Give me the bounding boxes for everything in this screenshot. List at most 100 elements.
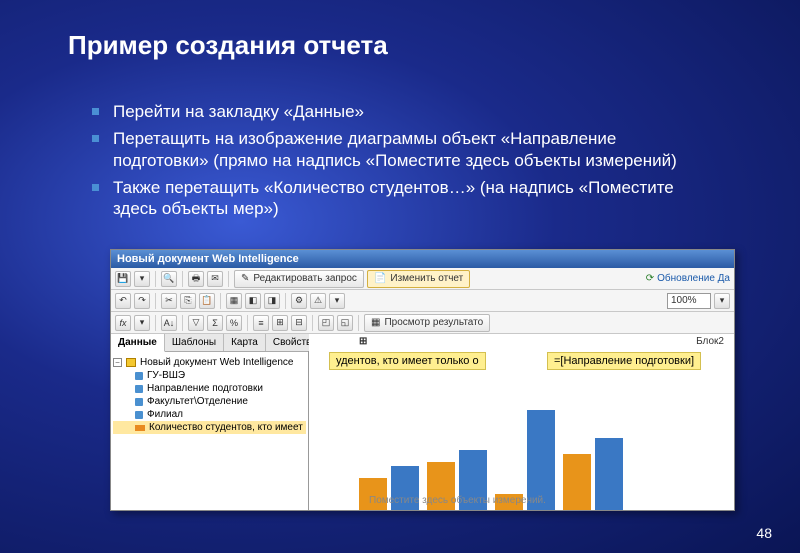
tab-map[interactable]: Карта [224, 334, 266, 351]
view-result-button[interactable]: ▦ Просмотр результато [364, 314, 490, 332]
slide-number: 48 [756, 525, 772, 541]
bullet-text: Перетащить на изображение диаграммы объе… [113, 128, 680, 171]
bar-chart[interactable] [339, 396, 709, 510]
tree-item-dimension[interactable]: Направление подготовки [113, 382, 306, 395]
data-tree: − Новый документ Web Intelligence ГУ-ВШЭ… [111, 352, 308, 510]
tool-icon[interactable]: ◰ [318, 315, 334, 331]
bullet-item: Перетащить на изображение диаграммы объе… [92, 128, 680, 171]
panel-tabs: Данные Шаблоны Карта Свойства [111, 334, 308, 352]
grid-icon: ▦ [371, 317, 380, 328]
cube-icon [126, 358, 136, 367]
tab-data[interactable]: Данные [111, 334, 165, 352]
cut-icon[interactable]: ✂ [161, 293, 177, 309]
chevron-down-icon[interactable]: ▾ [329, 293, 345, 309]
measure-icon [135, 425, 145, 431]
left-panel: Данные Шаблоны Карта Свойства − Новый до… [111, 334, 309, 510]
label: Просмотр результато [384, 317, 483, 328]
tool-icon[interactable]: ◱ [337, 315, 353, 331]
tree-item-dimension[interactable]: Факультет\Отделение [113, 395, 306, 408]
window-titlebar: Новый документ Web Intelligence [111, 250, 734, 268]
paste-icon[interactable]: 📋 [199, 293, 215, 309]
toolbar-format: fx ▾ A↓ ▽ Σ % ≡ ⊞ ⊟ ◰ ◱ ▦ Просмотр резуль… [111, 312, 734, 334]
undo-icon[interactable]: ↶ [115, 293, 131, 309]
drop-hint-measure[interactable]: удентов, кто имеет только о [329, 352, 486, 370]
refresh-icon[interactable]: ⟳ [646, 273, 654, 284]
bullet-item: Перейти на закладку «Данные» [92, 101, 680, 122]
tree-label: Направление подготовки [147, 383, 263, 394]
print-icon[interactable]: 🖶 [188, 271, 204, 287]
slide-title: Пример создания отчета [0, 0, 800, 61]
filter-icon[interactable]: ▽ [188, 315, 204, 331]
separator [182, 271, 183, 287]
bar-orange [563, 454, 591, 510]
warning-icon[interactable]: ⚠ [310, 293, 326, 309]
tree-item-dimension[interactable]: Филиал [113, 408, 306, 421]
app-body: Данные Шаблоны Карта Свойства − Новый до… [111, 334, 734, 510]
bullet-list: Перейти на закладку «Данные» Перетащить … [0, 61, 680, 219]
label: Изменить отчет [390, 273, 463, 284]
tree-item-dimension[interactable]: ГУ-ВШЭ [113, 369, 306, 382]
bullet-icon [92, 108, 99, 115]
tree-label: Факультет\Отделение [147, 396, 248, 407]
edit-query-button[interactable]: ✎ Редактировать запрос [234, 270, 364, 288]
separator [312, 315, 313, 331]
separator [228, 271, 229, 287]
copy-icon[interactable]: ⎘ [180, 293, 196, 309]
toolbar-main: 💾 ▾ 🔍 🖶 ✉ ✎ Редактировать запрос 📄 Изменит… [111, 268, 734, 290]
dropdown-icon[interactable]: ▾ [134, 271, 150, 287]
tool-icon[interactable]: ◧ [245, 293, 261, 309]
percent-icon[interactable]: % [226, 315, 242, 331]
axis-hint-text: Поместите здесь объекты измерений. [369, 495, 546, 506]
label: Редактировать запрос [253, 273, 357, 284]
toolbar-edit: ↶ ↷ ✂ ⎘ 📋 ▦ ◧ ◨ ⚙ ⚠ ▾ 100% ▾ [111, 290, 734, 312]
bullet-item: Также перетащить «Количество студентов…»… [92, 177, 680, 220]
bullet-icon [92, 184, 99, 191]
tool-icon[interactable]: ≡ [253, 315, 269, 331]
separator [155, 271, 156, 287]
mail-icon[interactable]: ✉ [207, 271, 223, 287]
sigma-icon[interactable]: Σ [207, 315, 223, 331]
block-label: Блок2 [696, 336, 724, 347]
separator [285, 293, 286, 309]
tool-icon[interactable]: ⊞ [272, 315, 288, 331]
search-icon[interactable]: 🔍 [161, 271, 177, 287]
chevron-down-icon[interactable]: ▾ [714, 293, 730, 309]
update-label[interactable]: Обновление Да [657, 273, 730, 284]
drop-hint-dimension[interactable]: =[Направление подготовки] [547, 352, 701, 370]
bar-group [563, 438, 623, 510]
sort-asc-icon[interactable]: A↓ [161, 315, 177, 331]
tree-label: Новый документ Web Intelligence [140, 357, 294, 368]
dimension-icon [135, 398, 143, 406]
separator [155, 315, 156, 331]
pencil-icon: ✎ [241, 273, 249, 284]
bullet-icon [92, 135, 99, 142]
edit-report-button[interactable]: 📄 Изменить отчет [367, 270, 470, 288]
tree-root[interactable]: − Новый документ Web Intelligence [113, 356, 306, 369]
tree-item-measure[interactable]: Количество студентов, кто имеет [113, 421, 306, 434]
bar-blue [595, 438, 623, 510]
chevron-down-icon[interactable]: ▾ [134, 315, 150, 331]
bullet-text: Перейти на закладку «Данные» [113, 101, 364, 122]
tool-icon[interactable]: ⊟ [291, 315, 307, 331]
bullet-text: Также перетащить «Количество студентов…»… [113, 177, 680, 220]
dimension-icon [135, 372, 143, 380]
report-icon: 📄 [374, 273, 386, 284]
function-icon[interactable]: fx [115, 315, 131, 331]
separator [155, 293, 156, 309]
separator [182, 315, 183, 331]
separator [220, 293, 221, 309]
tab-templates[interactable]: Шаблоны [165, 334, 224, 351]
save-icon[interactable]: 💾 [115, 271, 131, 287]
tool-icon[interactable]: ◨ [264, 293, 280, 309]
tree-label: ГУ-ВШЭ [147, 370, 185, 381]
tool-icon[interactable]: ▦ [226, 293, 242, 309]
separator [358, 315, 359, 331]
tool-icon[interactable]: ⚙ [291, 293, 307, 309]
zoom-input[interactable]: 100% [667, 293, 711, 309]
redo-icon[interactable]: ↷ [134, 293, 150, 309]
tree-label: Филиал [147, 409, 183, 420]
collapse-icon[interactable]: − [113, 358, 122, 367]
dimension-icon [135, 385, 143, 393]
report-canvas[interactable]: ⊞ Блок2 удентов, кто имеет только о =[На… [309, 334, 734, 510]
tree-label: Количество студентов, кто имеет [149, 422, 303, 433]
